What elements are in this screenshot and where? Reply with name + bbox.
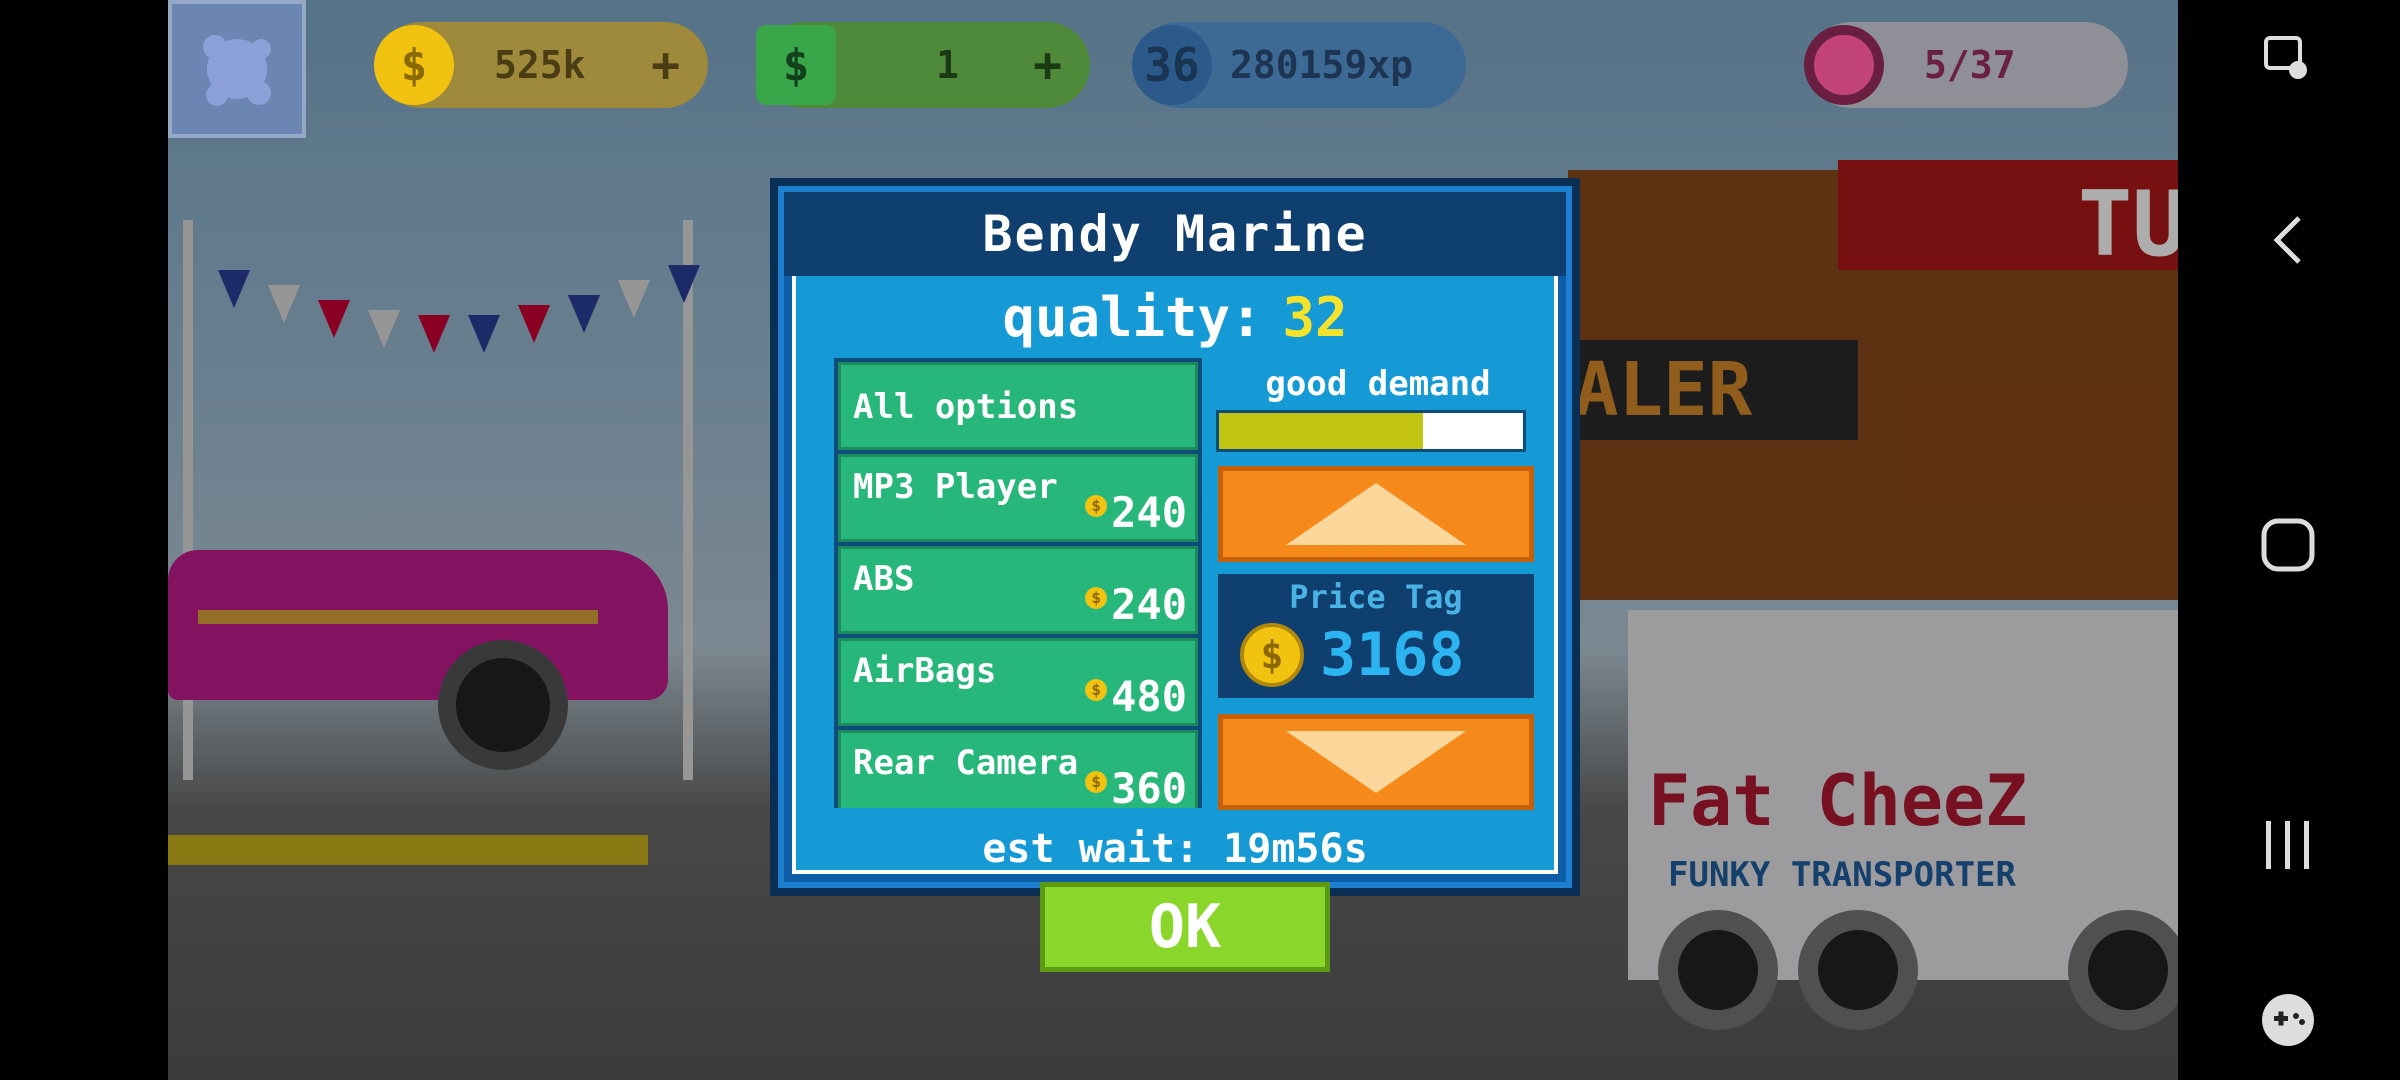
coin-icon: $ xyxy=(1085,494,1108,517)
estimated-wait: est wait: 19m56s xyxy=(778,826,1572,872)
price-tag-box: Price Tag $ 3168 xyxy=(1218,574,1534,698)
cash-counter[interactable]: $ 1 + xyxy=(756,22,1090,108)
screen-capture-icon[interactable] xyxy=(2238,10,2338,110)
back-icon[interactable] xyxy=(2238,190,2338,290)
price-decrease-button[interactable] xyxy=(1218,714,1534,810)
wait-value: 19m56s xyxy=(1223,826,1368,872)
coin-icon: $ xyxy=(374,25,454,105)
arrow-down-icon xyxy=(1286,731,1466,793)
coin-icon: $ xyxy=(1085,678,1108,701)
recent-apps-icon[interactable] xyxy=(2238,795,2338,895)
add-coins-icon[interactable]: + xyxy=(651,37,680,93)
wait-label: est wait: xyxy=(982,826,1200,872)
dialog-title: Bendy Marine xyxy=(982,205,1368,263)
cash-value: 1 xyxy=(936,43,959,87)
options-list[interactable]: All options MP3 Player $240 ABS $240 Air… xyxy=(834,358,1202,808)
quality-value: 32 xyxy=(1282,286,1348,349)
price-increase-button[interactable] xyxy=(1218,466,1534,562)
option-name: All options xyxy=(853,387,1079,427)
left-letterbox xyxy=(0,0,168,1080)
add-cash-icon[interactable]: + xyxy=(1033,37,1062,93)
dialog-title-bar: Bendy Marine xyxy=(784,192,1566,276)
banknote-icon: $ xyxy=(756,25,836,105)
option-name: AirBags xyxy=(853,651,997,691)
price-tag-label: Price Tag xyxy=(1289,578,1463,616)
demand-label: good demand xyxy=(1265,364,1491,404)
game-tools-icon[interactable] xyxy=(2238,970,2338,1070)
player-avatar[interactable] xyxy=(168,0,306,138)
price-tag-value: 3168 xyxy=(1320,620,1465,690)
level-badge: 36 xyxy=(1132,25,1212,105)
quality-label: quality: xyxy=(1002,286,1263,349)
option-price: $480 xyxy=(1085,672,1187,721)
coins-counter[interactable]: $ 525k + xyxy=(374,22,708,108)
quality-row: quality: 32 xyxy=(778,286,1572,349)
donut-counter[interactable]: 5/37 xyxy=(1804,22,2128,108)
ok-button[interactable]: OK xyxy=(1040,882,1330,972)
donut-value: 5/37 xyxy=(1924,43,2016,87)
option-name: MP3 Player xyxy=(853,467,1058,507)
option-name: Rear Camera xyxy=(853,743,1079,783)
car-pricing-dialog: Bendy Marine quality: 32 All options MP3 … xyxy=(770,178,1580,896)
option-abs[interactable]: ABS $240 xyxy=(838,546,1198,634)
option-rear-camera[interactable]: Rear Camera $360 xyxy=(838,730,1198,808)
system-nav-bar xyxy=(2178,0,2400,1080)
option-price: $240 xyxy=(1085,488,1187,537)
option-mp3-player[interactable]: MP3 Player $240 xyxy=(838,454,1198,542)
demand-bar-fill xyxy=(1219,413,1423,449)
donut-icon xyxy=(1804,25,1884,105)
arrow-up-icon xyxy=(1286,483,1466,545)
xp-counter: 36 280159xp xyxy=(1132,22,1466,108)
option-price: $360 xyxy=(1085,764,1187,808)
coin-icon: $ xyxy=(1240,623,1304,687)
home-icon[interactable] xyxy=(2238,495,2338,595)
option-name: ABS xyxy=(853,559,915,599)
demand-bar xyxy=(1216,410,1526,452)
coin-icon: $ xyxy=(1085,770,1108,793)
option-all-options[interactable]: All options xyxy=(838,362,1198,450)
xp-value: 280159xp xyxy=(1230,43,1414,87)
coin-icon: $ xyxy=(1085,586,1108,609)
option-airbags[interactable]: AirBags $480 xyxy=(838,638,1198,726)
coins-value: 525k xyxy=(494,43,586,87)
splat-icon xyxy=(203,35,271,106)
option-price: $240 xyxy=(1085,580,1187,629)
